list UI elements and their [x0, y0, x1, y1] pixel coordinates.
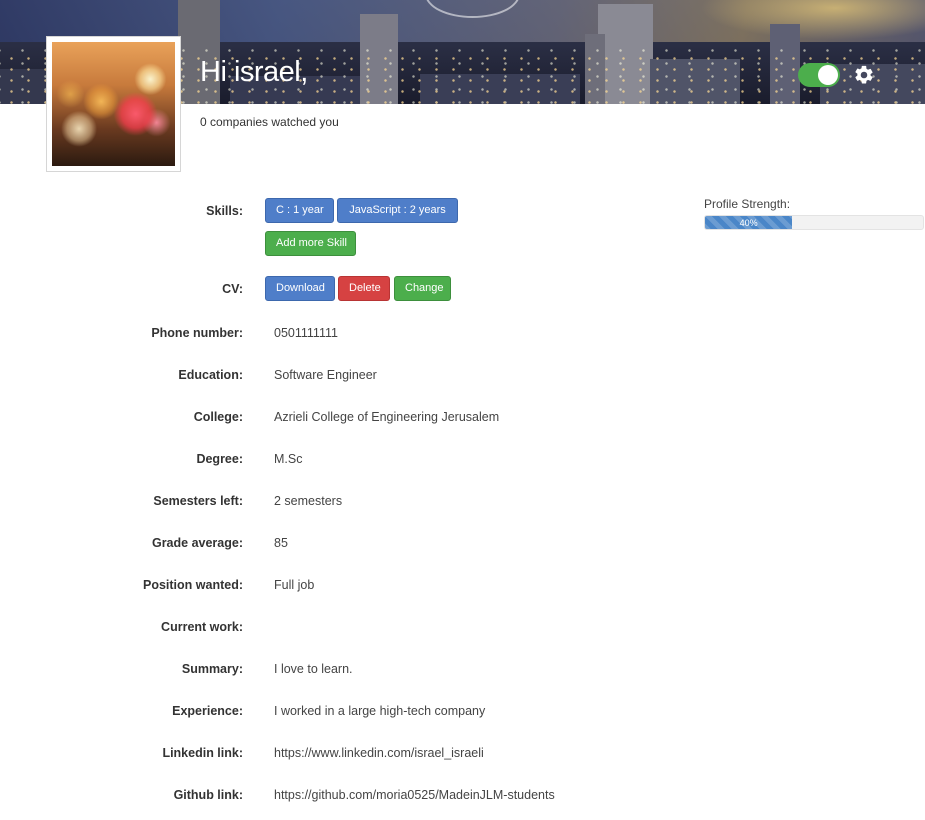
skill-badge-javascript[interactable]: JavaScript : 2 years — [337, 198, 458, 223]
education-label: Education: — [178, 368, 243, 382]
github-link-label: Github link: — [173, 788, 243, 802]
profile-strength-label: Profile Strength: — [704, 197, 791, 211]
download-cv-button[interactable]: Download — [265, 276, 335, 301]
grade-average-value: 85 — [274, 536, 288, 550]
skills-label: Skills: — [206, 204, 243, 218]
skill-badge-c[interactable]: C : 1 year — [265, 198, 334, 223]
position-wanted-value: Full job — [274, 578, 315, 592]
experience-value: I worked in a large high-tech company — [274, 704, 486, 718]
semesters-left-value: 2 semesters — [274, 494, 343, 508]
education-value: Software Engineer — [274, 368, 377, 382]
profile-strength-fill: 40% — [705, 216, 793, 229]
delete-cv-button[interactable]: Delete — [338, 276, 390, 301]
greeting-title: Hi israel, — [200, 56, 308, 88]
phone-number-label: Phone number: — [151, 326, 243, 340]
degree-label: Degree: — [196, 452, 243, 466]
avatar-frame — [46, 36, 181, 172]
summary-value: I love to learn. — [274, 662, 353, 676]
linkedin-link-value[interactable]: https://www.linkedin.com/israel_israeli — [274, 746, 484, 760]
banner-glow — [700, 0, 925, 40]
profile-strength-bar: 40% — [704, 215, 924, 230]
phone-number-value: 0501111111 — [274, 326, 338, 340]
experience-label: Experience: — [172, 704, 243, 718]
position-wanted-label: Position wanted: — [143, 578, 243, 592]
college-value: Azrieli College of Engineering Jerusalem — [274, 410, 500, 424]
degree-value: M.Sc — [274, 452, 303, 466]
current-work-label: Current work: — [161, 620, 243, 634]
watched-count: 0 companies watched you — [200, 115, 339, 129]
college-label: College: — [193, 410, 243, 424]
linkedin-link-label: Linkedin link: — [162, 746, 243, 760]
github-link-value[interactable]: https://github.com/moria0525/MadeinJLM-s… — [274, 788, 555, 802]
grade-average-label: Grade average: — [151, 536, 243, 550]
cv-label: CV: — [222, 282, 243, 296]
avatar[interactable] — [52, 42, 175, 166]
add-skill-button[interactable]: Add more Skill — [265, 231, 356, 256]
visibility-toggle[interactable] — [798, 63, 840, 87]
summary-label: Summary: — [181, 662, 243, 676]
gear-icon[interactable] — [853, 64, 875, 86]
change-cv-button[interactable]: Change — [394, 276, 451, 301]
toggle-knob — [818, 65, 838, 85]
semesters-left-label: Semesters left: — [153, 494, 243, 508]
